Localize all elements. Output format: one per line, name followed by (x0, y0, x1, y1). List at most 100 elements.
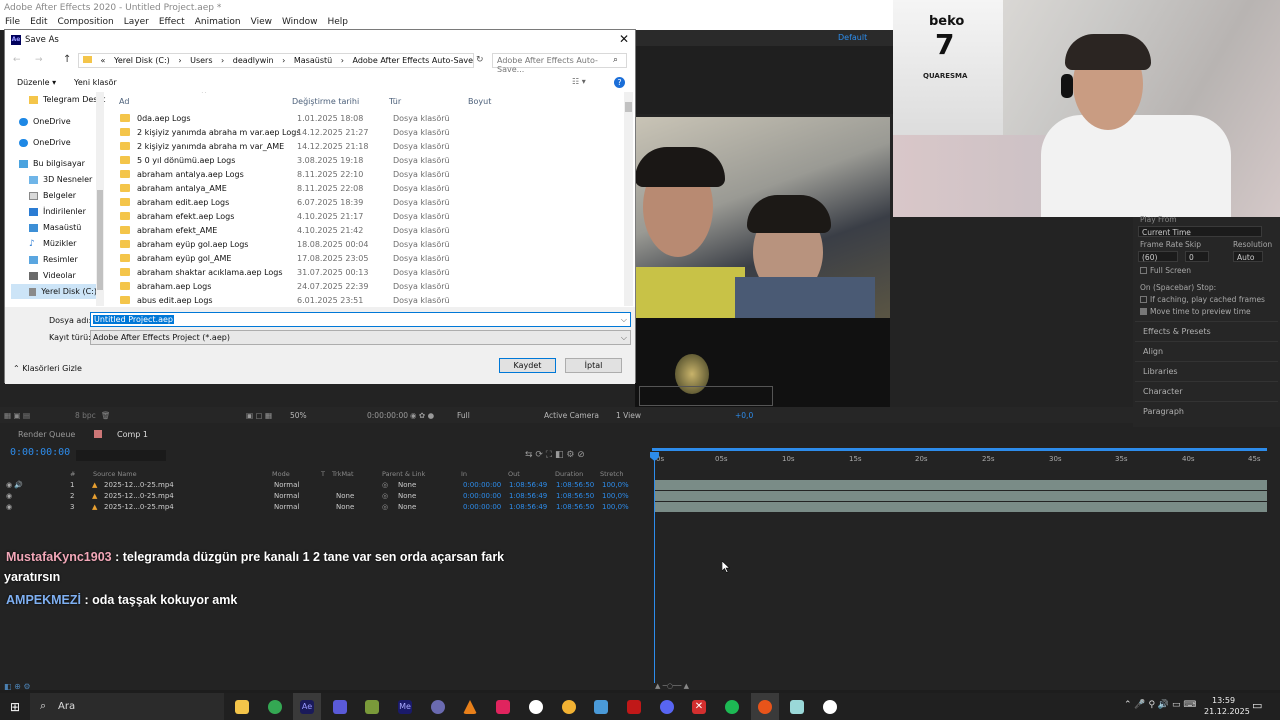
shield-icon[interactable] (333, 700, 347, 714)
layer-stretch[interactable]: 100,0% (602, 492, 629, 500)
forward-arrow-icon[interactable]: → (35, 55, 43, 65)
col-source-name[interactable]: Source Name (93, 470, 137, 478)
scroll-thumb[interactable] (625, 102, 632, 112)
vlc-icon[interactable] (463, 700, 477, 714)
file-explorer-icon[interactable] (235, 700, 249, 714)
audio-icon[interactable]: ◉ 🔊 (6, 481, 23, 489)
pickwhip-icon[interactable]: ◎ (382, 492, 388, 500)
breadcrumb-item[interactable]: deadlywin (233, 56, 274, 65)
spotify-icon[interactable] (725, 700, 739, 714)
file-row[interactable]: 2 kişiyiz yanımda abraha m var_AME 14.12.… (117, 140, 617, 154)
layer-out[interactable]: 1:08:56:49 (509, 481, 547, 489)
layer-mode[interactable]: Normal (274, 503, 299, 511)
back-arrow-icon[interactable]: ← (13, 55, 21, 65)
timeline-layer-row[interactable]: ◉ 3 ▲ 2025-12...0-25.mp4 Normal None ◎ N… (0, 502, 650, 513)
layer-parent[interactable]: None (398, 481, 416, 489)
layer-duration[interactable]: 1:08:56:50 (556, 492, 594, 500)
filename-input[interactable]: Untitled Project.aep ⌵ (90, 312, 631, 327)
camera-snapshot-icon[interactable]: ◉ ✿ ● (410, 411, 434, 420)
layer-out[interactable]: 1:08:56:49 (509, 503, 547, 511)
timeline-switch-icons[interactable]: ⇆ ⟳ ⛶ ◧ ⚙ ⊘ (525, 450, 585, 460)
image-viewer-icon[interactable] (594, 700, 608, 714)
file-row[interactable]: abraham efekt_AME 4.10.2025 21:42 Dosya kl… (117, 224, 617, 238)
file-row[interactable]: abraham efekt.aep Logs 4.10.2025 21:17 Dos… (117, 210, 617, 224)
file-row[interactable]: abraham antalya_AME 8.11.2025 22:08 Dosya … (117, 182, 617, 196)
file-row[interactable]: abraham antalya.aep Logs 8.11.2025 22:10 D… (117, 168, 617, 182)
layer-trkmat[interactable]: None (336, 492, 354, 500)
search-input[interactable]: Adobe After Effects Auto-Save... (492, 53, 627, 74)
tray-icons[interactable]: ⌃ 🎤 ⚲ 🔊 ▭ ⌨ (1124, 700, 1196, 710)
file-row[interactable]: abraham shaktar acıklama.aep Logs 31.07.2… (117, 266, 617, 280)
zoom-select[interactable]: 50% (290, 411, 307, 420)
file-row[interactable]: abraham eyüp gol.aep Logs 18.08.2025 00:0… (117, 238, 617, 252)
if-caching-checkbox[interactable] (1140, 296, 1147, 303)
file-row[interactable]: 2 kişiyiz yanımda abraha m var.aep Logs 1… (117, 126, 617, 140)
file-row[interactable]: abraham eyüp gol_AME 17.08.2025 23:05 Dosy… (117, 252, 617, 266)
layer-stretch[interactable]: 100,0% (602, 481, 629, 489)
layer-parent[interactable]: None (398, 503, 416, 511)
col-date[interactable]: Değiştirme tarihi (292, 97, 359, 106)
timeline-current-time[interactable]: 0:00:00:00 (10, 447, 70, 458)
layer-duration[interactable]: 1:08:56:50 (556, 503, 594, 511)
breadcrumb-item[interactable]: Masaüstü (294, 56, 332, 65)
new-folder-button[interactable]: Yeni klasör (74, 78, 117, 87)
chrome-icon[interactable] (268, 700, 282, 714)
zoom-slider[interactable]: ▲ ─○── ▲ (655, 683, 715, 690)
nav-item-onedrive-2[interactable]: OneDrive (19, 135, 71, 150)
clock-date[interactable]: 21.12.2025 (1204, 707, 1250, 716)
col-type[interactable]: Tür (389, 97, 401, 106)
nav-item-onedrive[interactable]: OneDrive (19, 114, 71, 129)
file-row[interactable]: abraham edit.aep Logs 6.07.2025 18:39 Dosy… (117, 196, 617, 210)
exposure-value[interactable]: +0,0 (735, 411, 753, 420)
file-scrollbar[interactable] (624, 92, 633, 306)
help-icon[interactable]: ? (614, 77, 625, 88)
skip-select[interactable]: 0 (1185, 251, 1209, 262)
up-arrow-icon[interactable]: ↑ (63, 54, 71, 65)
file-row[interactable]: abus edit.aep Logs 6.01.2025 23:51 Dosya k… (117, 294, 617, 306)
layer-in[interactable]: 0:00:00:00 (463, 481, 501, 489)
view-layout-select[interactable]: 1 View (616, 411, 641, 420)
layer-in[interactable]: 0:00:00:00 (463, 503, 501, 511)
panel-effects-presets[interactable]: Effects & Presets (1143, 327, 1211, 336)
nav-item-3d-objects[interactable]: 3D Nesneler (29, 172, 92, 187)
timeline-search-input[interactable] (76, 450, 166, 461)
panel-align[interactable]: Align (1143, 347, 1163, 356)
organize-button[interactable]: Düzenle ▾ (17, 78, 56, 87)
panel-libraries[interactable]: Libraries (1143, 367, 1178, 376)
nav-item-this-pc[interactable]: Bu bilgisayar (19, 156, 85, 171)
comp-viewer[interactable] (635, 318, 890, 408)
nav-item-music[interactable]: ♪ Müzikler (29, 236, 76, 251)
nav-item-local-disk[interactable]: Yerel Disk (C:) (11, 284, 97, 299)
app-icon[interactable] (365, 700, 379, 714)
nav-item-documents[interactable]: Belgeler (29, 188, 76, 203)
trash-icon[interactable]: 🗑 (101, 411, 111, 420)
bpc-label[interactable]: 8 bpc (75, 411, 96, 420)
layer-trkmat[interactable]: None (336, 503, 354, 511)
file-row[interactable]: 5 0 yıl dönümü.aep Logs 3.08.2025 19:18 Do… (117, 154, 617, 168)
close-app-icon[interactable]: ✕ (692, 700, 706, 714)
address-bar[interactable]: « Yerel Disk (C:) › Users › deadlywin › … (78, 53, 474, 68)
windows-start-icon[interactable]: ⊞ (10, 700, 20, 714)
discord-icon[interactable] (660, 700, 674, 714)
address-chevron[interactable]: « (101, 56, 106, 65)
layer-name[interactable]: 2025-12...0-25.mp4 (104, 492, 174, 500)
col-size[interactable]: Boyut (468, 97, 491, 106)
pickwhip-icon[interactable]: ◎ (382, 481, 388, 489)
timeline-layer-row[interactable]: ◉ 2 ▲ 2025-12...0-25.mp4 Normal None ◎ N… (0, 491, 650, 502)
time-ruler[interactable]: 0s 05s 10s 15s 20s 25s 30s 35s 40s 45s (650, 450, 1270, 470)
resolution-select[interactable]: Auto (1233, 251, 1263, 262)
chevron-down-icon[interactable]: ⌵ (621, 315, 627, 325)
nav-item-desktop[interactable]: Masaüstü (29, 220, 81, 235)
close-icon[interactable]: ✕ (619, 32, 629, 46)
nav-item-telegram[interactable]: Telegram Deskt (29, 92, 105, 107)
notepad-icon[interactable] (790, 700, 804, 714)
playhead-line[interactable] (654, 455, 655, 683)
location-icon[interactable] (562, 700, 576, 714)
cancel-button[interactable]: İptal (565, 358, 622, 373)
layer-bar[interactable] (655, 480, 1267, 490)
breadcrumb-item[interactable]: Adobe After Effects Auto-Save (353, 56, 474, 65)
app-round-icon[interactable] (529, 700, 543, 714)
tiktok-icon[interactable] (496, 700, 510, 714)
panel-paragraph[interactable]: Paragraph (1143, 407, 1184, 416)
grid-icons[interactable]: ▦ ▣ ▤ (4, 411, 30, 420)
